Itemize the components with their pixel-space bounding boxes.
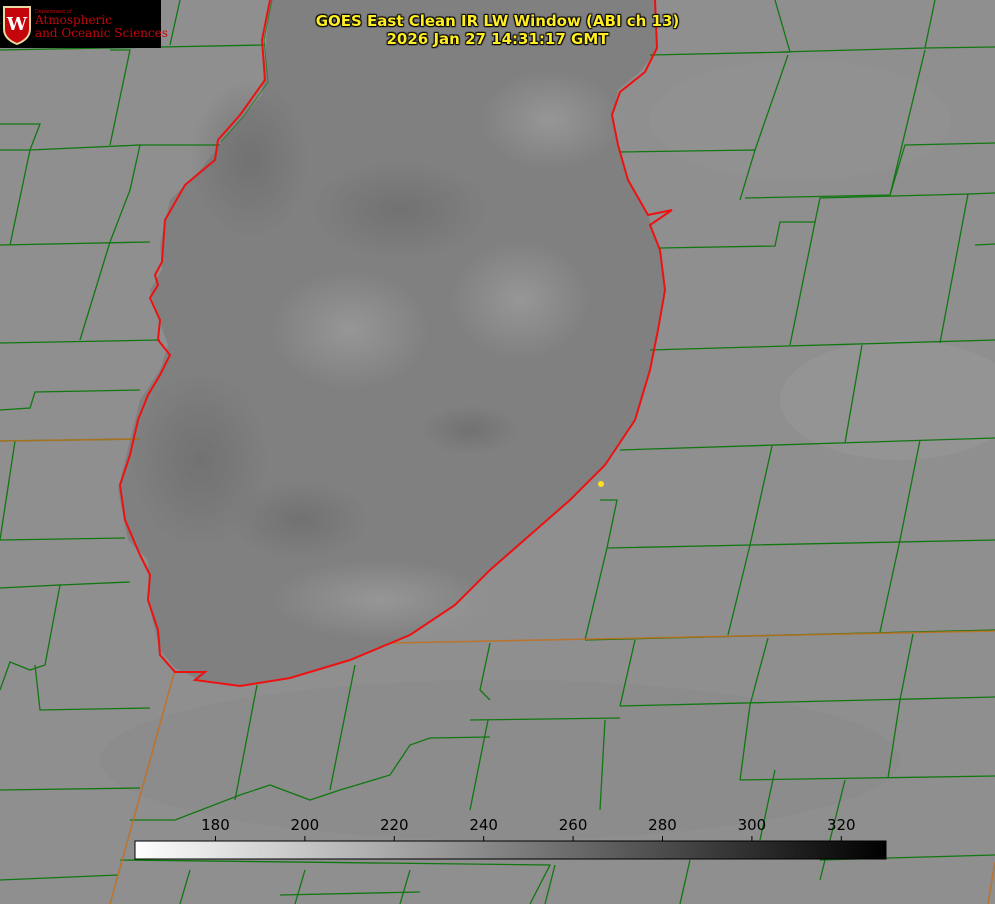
colorbar-tick-label: 200 bbox=[291, 816, 320, 834]
image-title: GOES East Clean IR LW Window (ABI ch 13) bbox=[315, 12, 680, 30]
colorbar-tick-label: 260 bbox=[559, 816, 588, 834]
colorbar-tick-label: 180 bbox=[201, 816, 230, 834]
colorbar-tick-label: 280 bbox=[648, 816, 677, 834]
colorbar-tick-label: 300 bbox=[738, 816, 767, 834]
satellite-map: 180 200 220 240 260 280 300 320 bbox=[0, 0, 995, 904]
image-timestamp: 2026 Jan 27 14:31:17 GMT bbox=[386, 30, 609, 48]
colorbar-gradient bbox=[134, 840, 887, 860]
colorbar-tick-label: 320 bbox=[827, 816, 856, 834]
yellow-dot-icon bbox=[598, 481, 604, 487]
colorbar-tick-label: 220 bbox=[380, 816, 409, 834]
colorbar-tick-label: 240 bbox=[469, 816, 498, 834]
